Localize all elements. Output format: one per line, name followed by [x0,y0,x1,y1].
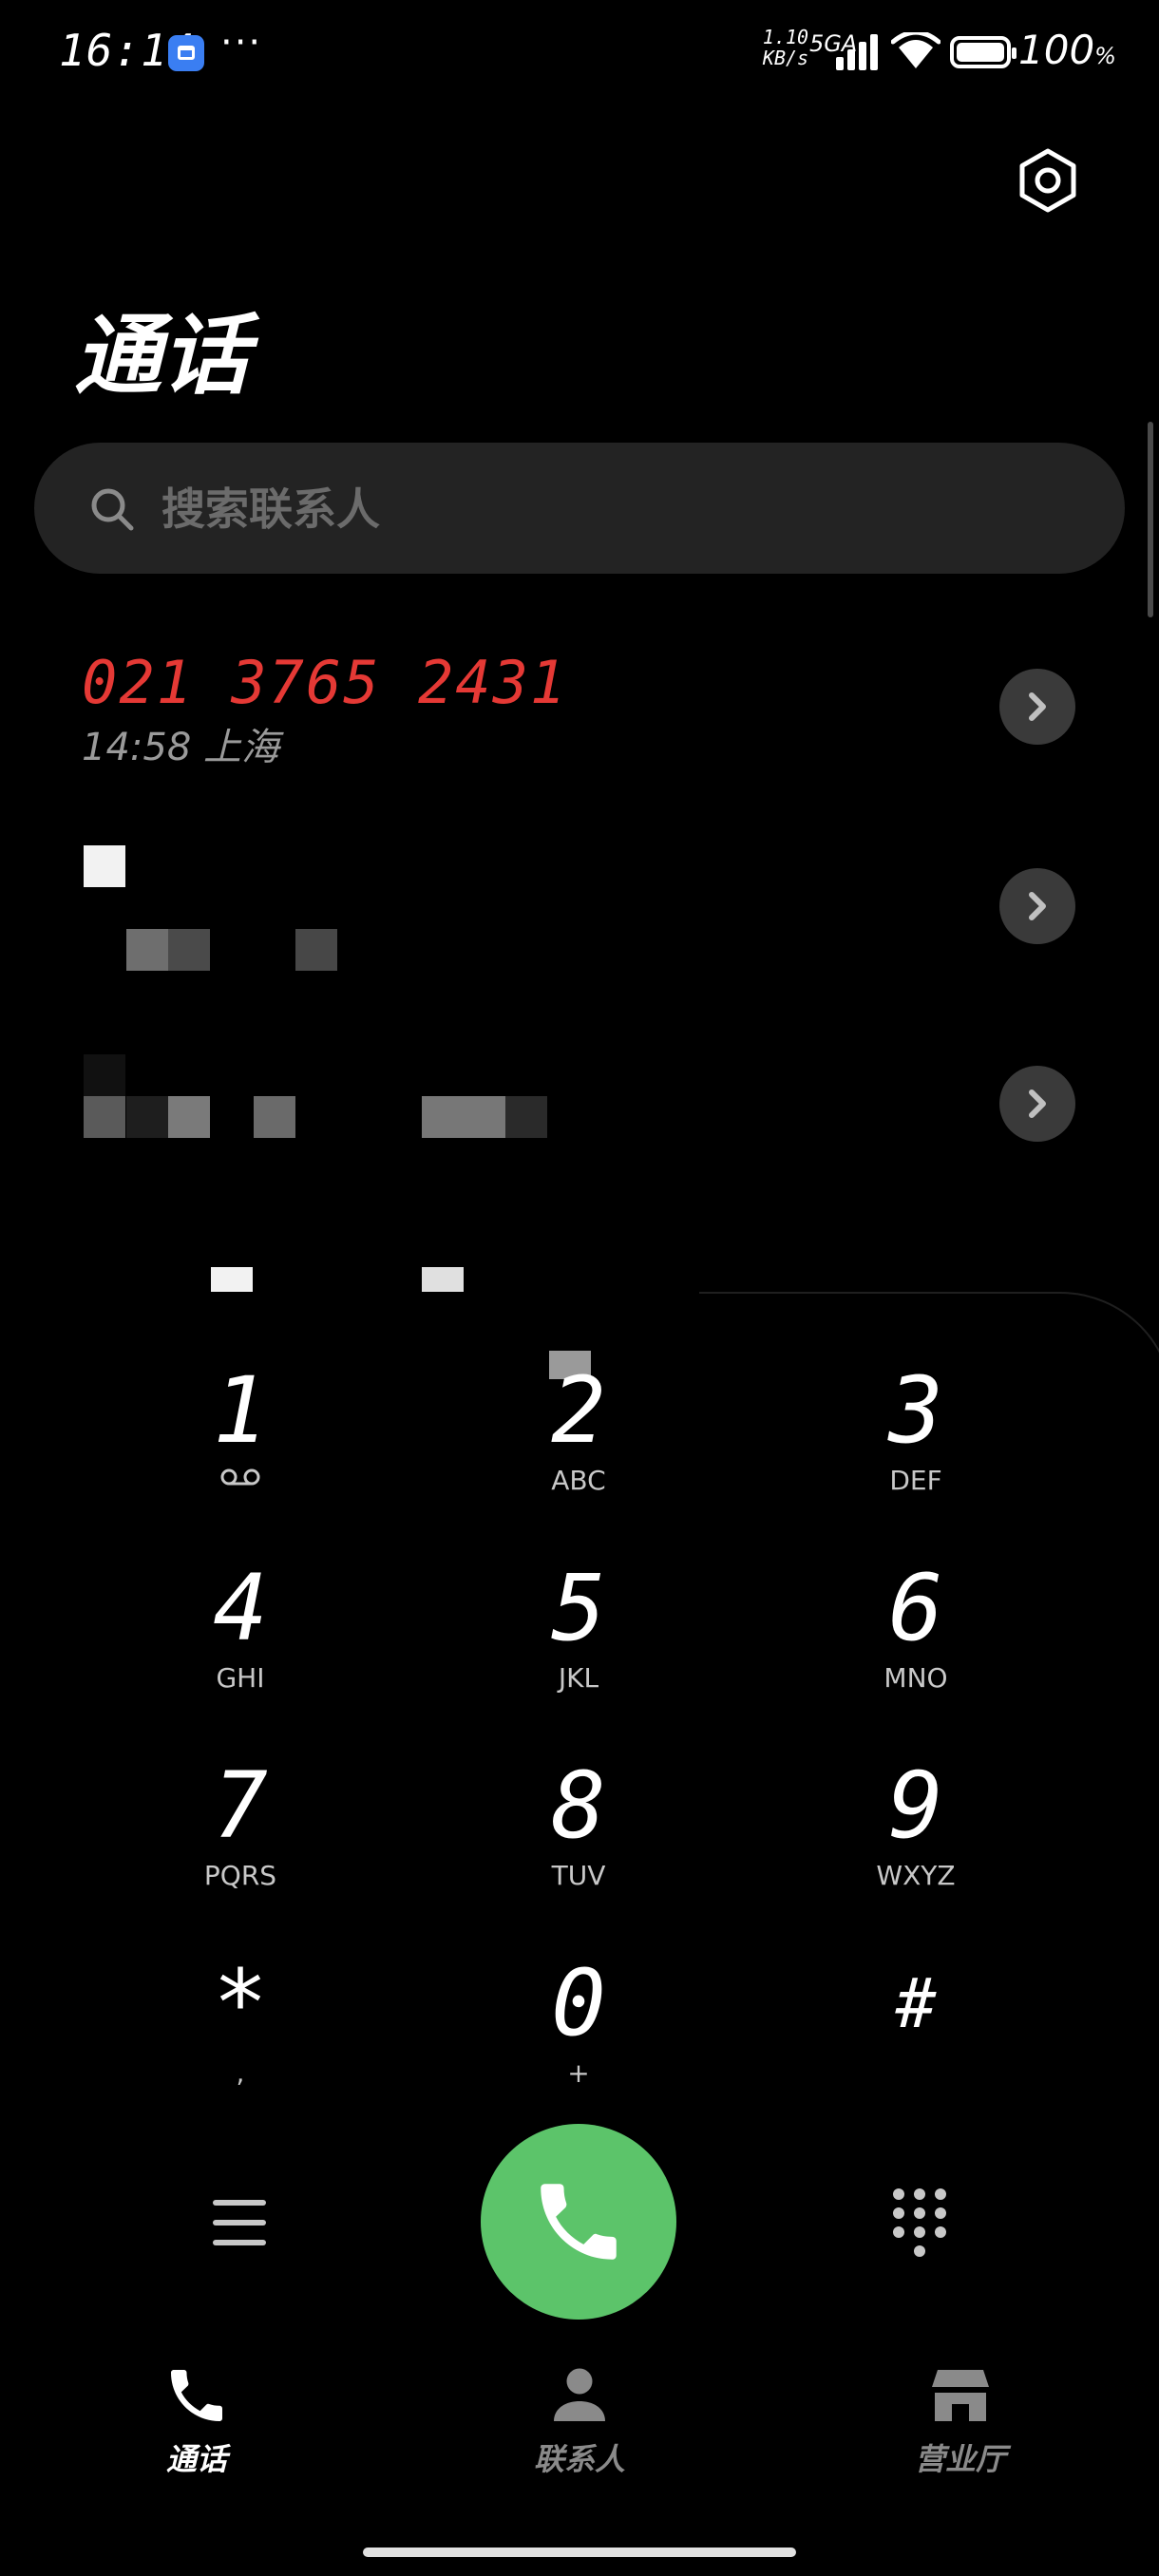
menu-icon[interactable] [211,2196,268,2249]
key-1[interactable]: 1 [98,1358,383,1539]
battery-icon [950,36,1016,68]
network-speed: 1.10 KB/s [760,27,811,68]
obscured-content [84,845,125,887]
call-time: 14:58 [82,726,192,769]
call-number: 021 3765 2431 [82,648,568,717]
nav-label: 营业厅 [914,2441,1006,2477]
obscured-content [254,1096,295,1138]
phone-icon [541,2184,617,2260]
key-9[interactable]: 9 WXYZ [773,1753,1058,1934]
network-speed-unit: KB/s [762,47,809,69]
more-notifications-icon: ··· [220,21,263,65]
obscured-content [505,1096,547,1138]
search-bar[interactable] [34,443,1125,574]
chevron-right-icon [1029,692,1046,721]
key-3[interactable]: 3 DEF [773,1358,1058,1539]
obscured-content [168,929,210,971]
wifi-icon [891,32,940,68]
person-icon [554,2368,605,2421]
call-button[interactable] [481,2124,676,2320]
call-meta: 14:58 上海 [82,716,279,771]
voicemail-icon [220,1468,260,1486]
obscured-content [295,929,337,971]
phone-icon [171,2370,222,2421]
signal-icon [836,34,882,70]
chevron-right-icon [1029,1089,1046,1118]
call-location: 上海 [203,726,279,769]
page-title: 通话 [74,305,250,407]
obscured-content [126,1096,168,1138]
search-icon [91,488,134,531]
battery-level: 100% [1018,27,1116,73]
key-5[interactable]: 5 JKL [436,1556,721,1736]
key-6[interactable]: 6 MNO [773,1556,1058,1736]
nav-tab-store[interactable]: 营业厅 [846,2361,1074,2504]
call-log-item[interactable] [0,828,1159,999]
key-8[interactable]: 8 TUV [436,1753,721,1934]
call-details-button[interactable] [999,1066,1075,1142]
key-star[interactable]: * , [98,1951,383,2131]
status-bar: 16:14 ··· 1.10 KB/s 5GA 100% [0,0,1159,104]
key-4[interactable]: 4 GHI [98,1556,383,1736]
obscured-content [422,1096,505,1138]
notification-app-icon [168,35,204,71]
scrollbar[interactable] [1148,422,1153,617]
call-details-button[interactable] [999,669,1075,745]
obscured-content [168,1096,210,1138]
key-2[interactable]: 2 ABC [436,1358,721,1539]
bottom-nav: 通话 联系人 营业厅 [0,2361,1159,2504]
network-speed-value: 1.10 [762,26,809,48]
key-0[interactable]: 0 + [436,1951,721,2131]
chevron-right-icon [1029,892,1046,920]
key-7[interactable]: 7 PQRS [98,1753,383,1934]
obscured-content [84,1096,125,1138]
nav-label: 通话 [165,2441,227,2477]
obscured-content [84,1054,125,1096]
nav-tab-calls[interactable]: 通话 [83,2361,311,2504]
store-icon [932,2370,989,2421]
settings-icon[interactable] [1015,147,1081,214]
nav-tab-contacts[interactable]: 联系人 [466,2361,694,2504]
key-hash[interactable]: # [773,1951,1058,2131]
dialpad-icon[interactable] [891,2188,948,2257]
call-details-button[interactable] [999,868,1075,944]
call-log-item[interactable]: 021 3765 2431 14:58 上海 [0,648,1159,819]
obscured-content [126,929,168,971]
search-input[interactable] [160,475,1018,543]
nav-label: 联系人 [533,2441,625,2477]
home-indicator[interactable] [363,2548,796,2557]
call-log-item[interactable] [0,1030,1159,1201]
